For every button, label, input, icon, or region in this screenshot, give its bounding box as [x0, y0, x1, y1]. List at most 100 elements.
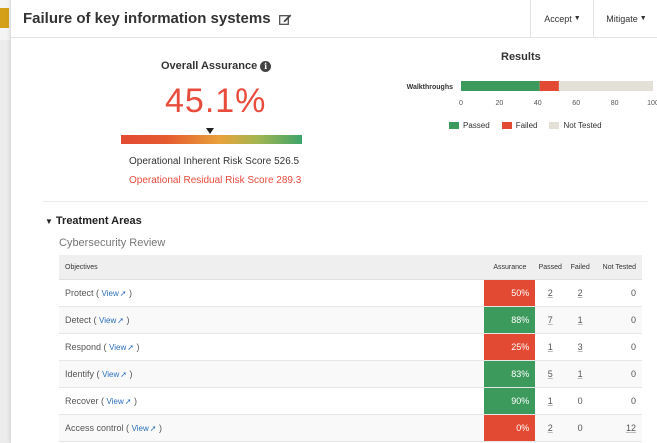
- external-link-icon: ➚: [127, 343, 134, 352]
- inherent-risk-score: Operational Inherent Risk Score 526.5: [129, 156, 300, 167]
- view-link-label: View: [131, 424, 149, 433]
- not-tested-count[interactable]: 0: [631, 288, 636, 298]
- external-link-icon: ➚: [120, 370, 127, 379]
- residual-risk-score: Operational Residual Risk Score 289.3: [129, 175, 302, 186]
- failed-count[interactable]: 0: [578, 423, 583, 433]
- failed-count[interactable]: 1: [578, 369, 583, 379]
- objective-name: Detect: [65, 315, 92, 325]
- failed-cell[interactable]: 2: [565, 279, 596, 307]
- failed-count[interactable]: 3: [578, 342, 583, 352]
- x-tick-label: 20: [496, 100, 504, 107]
- page-title-text: Failure of key information systems: [23, 10, 271, 27]
- objective-cell: Protect ( View➚ ): [59, 279, 485, 307]
- overall-assurance-label: Overall Assurance: [161, 60, 258, 72]
- results-legend: Passed Failed Not Tested: [449, 121, 602, 130]
- legend-not-tested: Not Tested: [549, 121, 602, 130]
- failed-count[interactable]: 0: [578, 396, 583, 406]
- objective-cell: Respond ( View➚ ): [59, 333, 485, 361]
- not-tested-count[interactable]: 12: [626, 423, 636, 433]
- legend-failed: Failed: [501, 121, 537, 130]
- view-link[interactable]: View➚: [109, 343, 134, 352]
- caret-down-icon: ▼: [573, 15, 581, 22]
- col-passed: Passed: [535, 255, 566, 280]
- accept-label: Accept: [544, 13, 572, 24]
- passed-cell[interactable]: 5: [535, 360, 566, 388]
- caret-down-icon: ▼: [45, 217, 53, 226]
- objective-cell: Identify ( View➚ ): [59, 360, 485, 388]
- x-tick-label: 0: [459, 100, 463, 107]
- failed-cell[interactable]: 0: [565, 387, 596, 415]
- category-label: Walkthroughs: [407, 84, 454, 91]
- passed-count[interactable]: 2: [548, 288, 553, 298]
- view-link-label: View: [106, 397, 124, 406]
- bar-segment-not-tested: [558, 81, 653, 91]
- view-link[interactable]: View➚: [107, 397, 132, 406]
- results-title: Results: [501, 51, 541, 63]
- not-tested-cell[interactable]: 0: [595, 279, 642, 307]
- not-tested-count[interactable]: 0: [631, 315, 636, 325]
- col-failed: Failed: [565, 255, 596, 280]
- not-tested-count[interactable]: 0: [631, 396, 636, 406]
- passed-cell[interactable]: 2: [535, 414, 566, 442]
- not-tested-count[interactable]: 0: [631, 369, 636, 379]
- bar-segment-failed: [539, 81, 559, 91]
- not-tested-cell[interactable]: 0: [595, 306, 642, 334]
- assurance-cell: 25%: [484, 333, 536, 361]
- not-tested-cell[interactable]: 0: [595, 360, 642, 388]
- passed-cell[interactable]: 7: [535, 306, 566, 334]
- passed-count[interactable]: 1: [548, 342, 553, 352]
- failed-cell[interactable]: 3: [565, 333, 596, 361]
- overall-assurance-value: 45.1%: [165, 82, 267, 120]
- view-link-label: View: [109, 343, 127, 352]
- failed-count[interactable]: 2: [578, 288, 583, 298]
- passed-cell[interactable]: 1: [535, 333, 566, 361]
- external-link-icon: ➚: [119, 289, 127, 298]
- external-link-icon: ➚: [117, 316, 124, 325]
- passed-cell[interactable]: 2: [535, 279, 566, 307]
- assurance-cell: 50%: [484, 279, 536, 307]
- section-title: Cybersecurity Review: [59, 237, 166, 249]
- passed-count[interactable]: 1: [548, 396, 553, 406]
- not-tested-cell[interactable]: 0: [595, 333, 642, 361]
- view-link[interactable]: View➚: [102, 289, 127, 298]
- view-link[interactable]: View➚: [99, 316, 124, 325]
- objective-name: Respond: [65, 342, 102, 352]
- passed-count[interactable]: 7: [548, 315, 553, 325]
- view-link[interactable]: View➚: [132, 424, 157, 433]
- failed-cell[interactable]: 0: [565, 414, 596, 442]
- info-icon[interactable]: i: [260, 61, 272, 72]
- mitigate-dropdown-button[interactable]: Mitigate ▼: [593, 0, 657, 37]
- not-tested-count[interactable]: 0: [631, 342, 636, 352]
- left-accent-tab[interactable]: [0, 8, 9, 28]
- objectives-table: Objectives Assurance Passed Failed Not T…: [59, 255, 642, 442]
- section-divider: [43, 201, 648, 202]
- assurance-cell: 90%: [484, 387, 536, 415]
- view-link-label: View: [102, 370, 120, 379]
- objective-name: Recover: [65, 396, 99, 406]
- failed-cell[interactable]: 1: [565, 360, 596, 388]
- table-row: Respond ( View➚ ) 25% 1 3 0: [59, 333, 642, 361]
- external-link-icon: ➚: [124, 397, 132, 406]
- edit-icon[interactable]: [278, 12, 292, 29]
- table-row: Access control ( View➚ ) 0% 2 0 12: [59, 414, 642, 442]
- x-tick-label: 100: [647, 100, 657, 107]
- bar-segment-passed: [461, 81, 540, 91]
- passed-count[interactable]: 2: [548, 423, 553, 433]
- treatment-areas-toggle[interactable]: ▼ Treatment Areas: [45, 215, 142, 227]
- caret-down-icon: ▼: [639, 15, 647, 22]
- objective-cell: Recover ( View➚ ): [59, 387, 485, 415]
- legend-passed: Passed: [449, 121, 490, 130]
- failed-count[interactable]: 1: [578, 315, 583, 325]
- not-tested-cell[interactable]: 0: [595, 387, 642, 415]
- view-link-label: View: [101, 289, 119, 298]
- not-tested-cell[interactable]: 12: [595, 414, 642, 442]
- view-link[interactable]: View➚: [102, 370, 127, 379]
- objective-name: Protect: [65, 288, 94, 298]
- passed-count[interactable]: 5: [548, 369, 553, 379]
- gauge-marker-icon: [206, 128, 214, 134]
- failed-cell[interactable]: 1: [565, 306, 596, 334]
- panel-header: Failure of key information systems Accep…: [11, 0, 657, 38]
- passed-cell[interactable]: 1: [535, 387, 566, 415]
- accept-dropdown-button[interactable]: Accept ▼: [530, 0, 594, 37]
- assurance-cell: 88%: [484, 306, 536, 334]
